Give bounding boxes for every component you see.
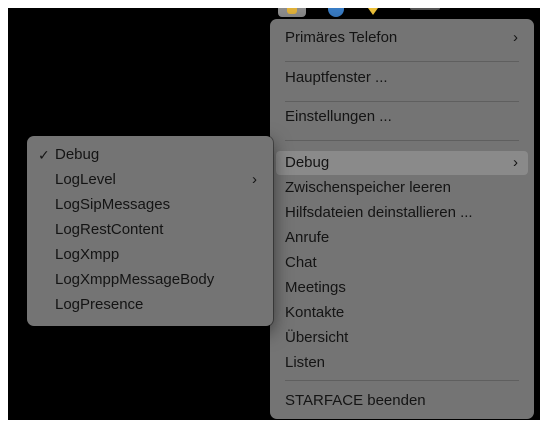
menu-item-chat[interactable]: Chat: [276, 251, 528, 275]
menu-separator: [285, 101, 519, 102]
chevron-right-icon: ›: [513, 154, 518, 171]
submenu-item-logxmppmessagebody[interactable]: LogXmppMessageBody: [33, 268, 267, 292]
menu-item-label: Debug: [285, 154, 330, 171]
blue-status-icon[interactable]: [328, 8, 344, 17]
submenu-item-loglevel[interactable]: LogLevel ›: [33, 168, 267, 192]
debug-submenu: ✓ Debug LogLevel › LogSipMessages LogRes…: [27, 136, 273, 326]
desktop-background: Primäres Telefon › Hauptfenster ... Eins…: [8, 8, 540, 420]
menu-item-main-window[interactable]: Hauptfenster ...: [276, 66, 528, 90]
menu-item-label: Einstellungen ...: [285, 108, 392, 125]
menu-item-label: Meetings: [285, 279, 346, 296]
menu-item-label: LogSipMessages: [55, 196, 171, 213]
menu-item-label: LogPresence: [55, 296, 144, 313]
menu-item-label: LogXmpp: [55, 246, 120, 263]
checkmark-icon: ✓: [38, 147, 50, 163]
submenu-item-logsipmessages[interactable]: LogSipMessages: [33, 193, 267, 217]
menu-item-label: Listen: [285, 354, 326, 371]
menu-item-contacts[interactable]: Kontakte: [276, 301, 528, 325]
menu-item-label: Hilfsdateien deinstallieren ...: [285, 204, 473, 221]
submenu-item-logxmpp[interactable]: LogXmpp: [33, 243, 267, 267]
menu-item-label: Kontakte: [285, 304, 345, 321]
menu-item-label: LogXmppMessageBody: [55, 271, 215, 288]
menu-item-label: Zwischenspeicher leeren: [285, 179, 451, 196]
warning-icon[interactable]: [364, 8, 382, 16]
menu-item-label: LogRestContent: [55, 221, 164, 238]
menu-separator: [285, 380, 519, 381]
menu-item-label: Übersicht: [285, 329, 349, 346]
menu-item-settings[interactable]: Einstellungen ...: [276, 105, 528, 129]
menu-item-uninstall-helpers[interactable]: Hilfsdateien deinstallieren ...: [276, 201, 528, 225]
menu-item-label: Hauptfenster ...: [285, 69, 388, 86]
menu-item-meetings[interactable]: Meetings: [276, 276, 528, 300]
menu-separator: [285, 140, 519, 141]
menu-item-label: Anrufe: [285, 229, 330, 246]
menu-item-clear-cache[interactable]: Zwischenspeicher leeren: [276, 176, 528, 200]
menu-item-calls[interactable]: Anrufe: [276, 226, 528, 250]
menu-item-label: LogLevel: [55, 171, 116, 188]
app-context-menu: Primäres Telefon › Hauptfenster ... Eins…: [270, 19, 534, 419]
app-icon[interactable]: [278, 8, 306, 17]
menu-item-primary-phone[interactable]: Primäres Telefon ›: [276, 26, 528, 50]
submenu-item-logpresence[interactable]: LogPresence: [33, 293, 267, 317]
menu-item-overview[interactable]: Übersicht: [276, 326, 528, 350]
submenu-item-logrestcontent[interactable]: LogRestContent: [33, 218, 267, 242]
menu-item-lists[interactable]: Listen: [276, 351, 528, 375]
chevron-right-icon: ›: [513, 29, 518, 46]
menu-item-label: Chat: [285, 254, 317, 271]
menu-separator: [285, 61, 519, 62]
menubar-extra-icon[interactable]: [410, 8, 440, 10]
menu-item-label: Debug: [55, 146, 100, 163]
menu-item-debug[interactable]: Debug ›: [276, 151, 528, 175]
chevron-right-icon: ›: [252, 171, 257, 188]
menu-item-quit[interactable]: STARFACE beenden: [276, 389, 528, 413]
menu-item-label: STARFACE beenden: [285, 392, 426, 409]
submenu-item-debug[interactable]: ✓ Debug: [33, 143, 267, 167]
menu-item-label: Primäres Telefon: [285, 29, 398, 46]
